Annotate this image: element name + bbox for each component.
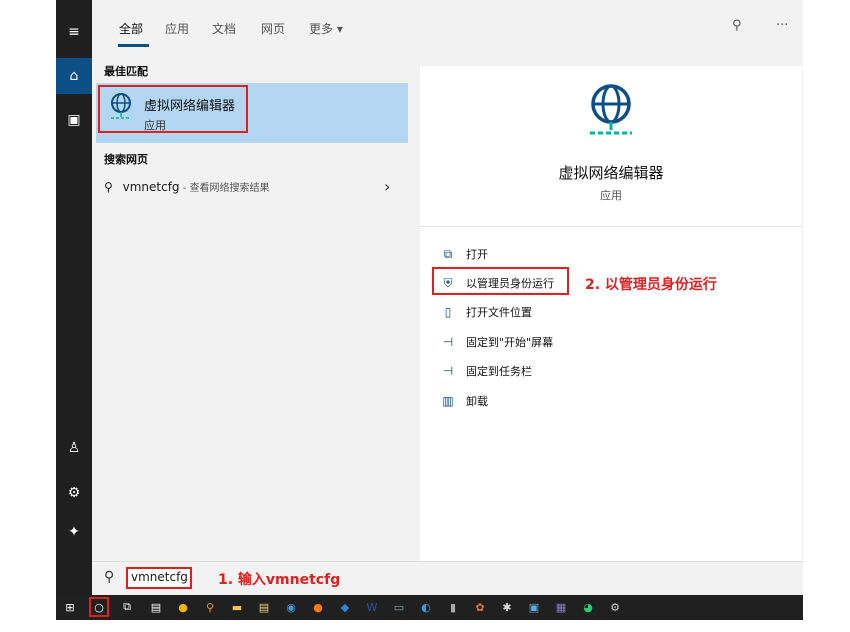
search-input[interactable]: vmnetcfg bbox=[126, 567, 192, 589]
action-pin-to-start-label: 固定到"开始"屏幕 bbox=[466, 336, 554, 349]
search-tabs: 全部 应用 文档 网页 更多 ▾ ⚲ ··· bbox=[92, 0, 803, 47]
best-match-name: 虚拟网络编辑器 bbox=[144, 99, 236, 114]
media-icon[interactable]: ✿ bbox=[471, 598, 489, 616]
notepad-icon[interactable]: ▤ bbox=[255, 598, 273, 616]
editor-icon[interactable]: ◆ bbox=[336, 598, 354, 616]
settings-icon[interactable]: ✱ bbox=[498, 598, 516, 616]
tab-apps[interactable]: 应用 bbox=[165, 20, 189, 37]
action-uninstall-label: 卸载 bbox=[466, 395, 488, 408]
detail-app-type: 应用 bbox=[600, 189, 622, 202]
action-open-label: 打开 bbox=[466, 248, 488, 261]
detail-app-name: 虚拟网络编辑器 bbox=[558, 164, 664, 182]
detail-panel: 虚拟网络编辑器 应用 ⧉ 打开 ⛨ 以管理员身份运行 ▯ 打开文件位置 ⊣ 固定到"开始… bbox=[420, 66, 802, 561]
remote-icon[interactable]: ▭ bbox=[390, 598, 408, 616]
search-icon: ⚲ bbox=[104, 180, 113, 194]
action-pin-to-taskbar[interactable]: ⊣ 固定到任务栏 bbox=[440, 363, 532, 379]
trash-icon: ▥ bbox=[442, 394, 454, 408]
tab-all[interactable]: 全部 bbox=[119, 20, 143, 37]
word-icon[interactable]: W bbox=[363, 598, 381, 616]
cortana-icon[interactable]: ○ bbox=[89, 597, 109, 617]
best-match-header: 最佳匹配 bbox=[104, 65, 148, 78]
tab-more-label: 更多 bbox=[309, 22, 334, 36]
best-match-type: 应用 bbox=[144, 119, 166, 132]
menu-icon[interactable]: ≡ bbox=[56, 14, 92, 50]
action-pin-to-start[interactable]: ⊣ 固定到"开始"屏幕 bbox=[440, 334, 553, 350]
globe-network-large-icon bbox=[590, 84, 632, 135]
monitor-icon[interactable]: ▣ bbox=[525, 598, 543, 616]
pin-icon: ⊣ bbox=[442, 335, 454, 349]
file-location-icon: ▯ bbox=[444, 305, 452, 319]
web-suffix: - 查看网络搜索结果 bbox=[179, 183, 270, 194]
chrome-icon[interactable]: ● bbox=[174, 598, 192, 616]
notes-icon[interactable]: ▮ bbox=[444, 598, 462, 616]
web-query: vmnetcfg bbox=[122, 180, 180, 194]
more-options-icon[interactable]: ··· bbox=[776, 18, 788, 33]
windows-icon[interactable]: ⊞ bbox=[61, 598, 79, 616]
globe-network-icon bbox=[111, 93, 131, 119]
chevron-down-icon: ▾ bbox=[336, 22, 343, 36]
browser-icon[interactable]: ◐ bbox=[417, 598, 435, 616]
search-bar: ⚲ vmnetcfg 1. 输入vmnetcfg bbox=[92, 561, 803, 596]
settings-icon[interactable]: ⚙ bbox=[56, 475, 92, 511]
app-icon[interactable]: ◉ bbox=[282, 598, 300, 616]
annotation-step-1: 1. 输入vmnetcfg bbox=[218, 572, 341, 588]
home-icon[interactable]: ⌂ bbox=[56, 58, 92, 94]
action-uninstall[interactable]: ▥ 卸载 bbox=[440, 393, 488, 409]
web-search-header: 搜索网页 bbox=[104, 153, 148, 166]
run-as-admin-highlight-box bbox=[432, 267, 569, 295]
search-icon: ⚲ bbox=[104, 569, 115, 585]
feedback-icon[interactable]: ⚲ bbox=[732, 18, 742, 33]
web-search-item[interactable]: ⚲ vmnetcfg - 查看网络搜索结果 bbox=[104, 179, 270, 194]
active-tab-indicator bbox=[118, 44, 149, 47]
divider bbox=[420, 226, 802, 227]
results-panel: 最佳匹配 虚拟网络编辑器 应用 搜索网页 ⚲ vmnetcfg - 查看网络搜索… bbox=[92, 53, 410, 561]
tab-documents[interactable]: 文档 bbox=[212, 20, 236, 37]
tab-web[interactable]: 网页 bbox=[261, 20, 285, 37]
task-view-icon[interactable]: ⧉ bbox=[118, 598, 136, 616]
wechat-icon[interactable]: ◕ bbox=[579, 598, 597, 616]
tool-icon[interactable]: ⚙ bbox=[606, 598, 624, 616]
action-pin-to-taskbar-label: 固定到任务栏 bbox=[466, 365, 532, 378]
archive-icon[interactable]: ▦ bbox=[552, 598, 570, 616]
action-open-file-location[interactable]: ▯ 打开文件位置 bbox=[440, 304, 532, 320]
user-icon[interactable]: ♙ bbox=[56, 430, 92, 466]
action-open-file-location-label: 打开文件位置 bbox=[466, 306, 532, 319]
taskbar: ⊞ ○ ⧉ ▤ ● ⚲ ▬ ▤ ◉ ● ◆ W ▭ ◐ ▮ ✿ ✱ ▣ ▦ ◕ … bbox=[56, 595, 803, 620]
search-app-icon[interactable]: ⚲ bbox=[201, 598, 219, 616]
power-icon[interactable]: ✦ bbox=[56, 514, 92, 550]
open-icon: ⧉ bbox=[443, 246, 453, 261]
tab-more[interactable]: 更多 ▾ bbox=[309, 20, 343, 37]
annotation-step-2: 2. 以管理员身份运行 bbox=[585, 277, 717, 293]
start-menu: ≡ ⌂ ▣ ♙ ⚙ ✦ 全部 应用 文档 网页 更多 ▾ ⚲ ··· 最佳匹配 … bbox=[56, 0, 803, 596]
left-sidebar: ≡ ⌂ ▣ ♙ ⚙ ✦ bbox=[56, 0, 92, 595]
firefox-icon[interactable]: ● bbox=[309, 598, 327, 616]
document-icon[interactable]: ▣ bbox=[56, 102, 92, 138]
action-open[interactable]: ⧉ 打开 bbox=[440, 246, 488, 262]
chevron-right-icon[interactable]: › bbox=[384, 177, 390, 196]
store-icon[interactable]: ▤ bbox=[147, 598, 165, 616]
pin-icon: ⊣ bbox=[442, 364, 454, 378]
explorer-icon[interactable]: ▬ bbox=[228, 598, 246, 616]
